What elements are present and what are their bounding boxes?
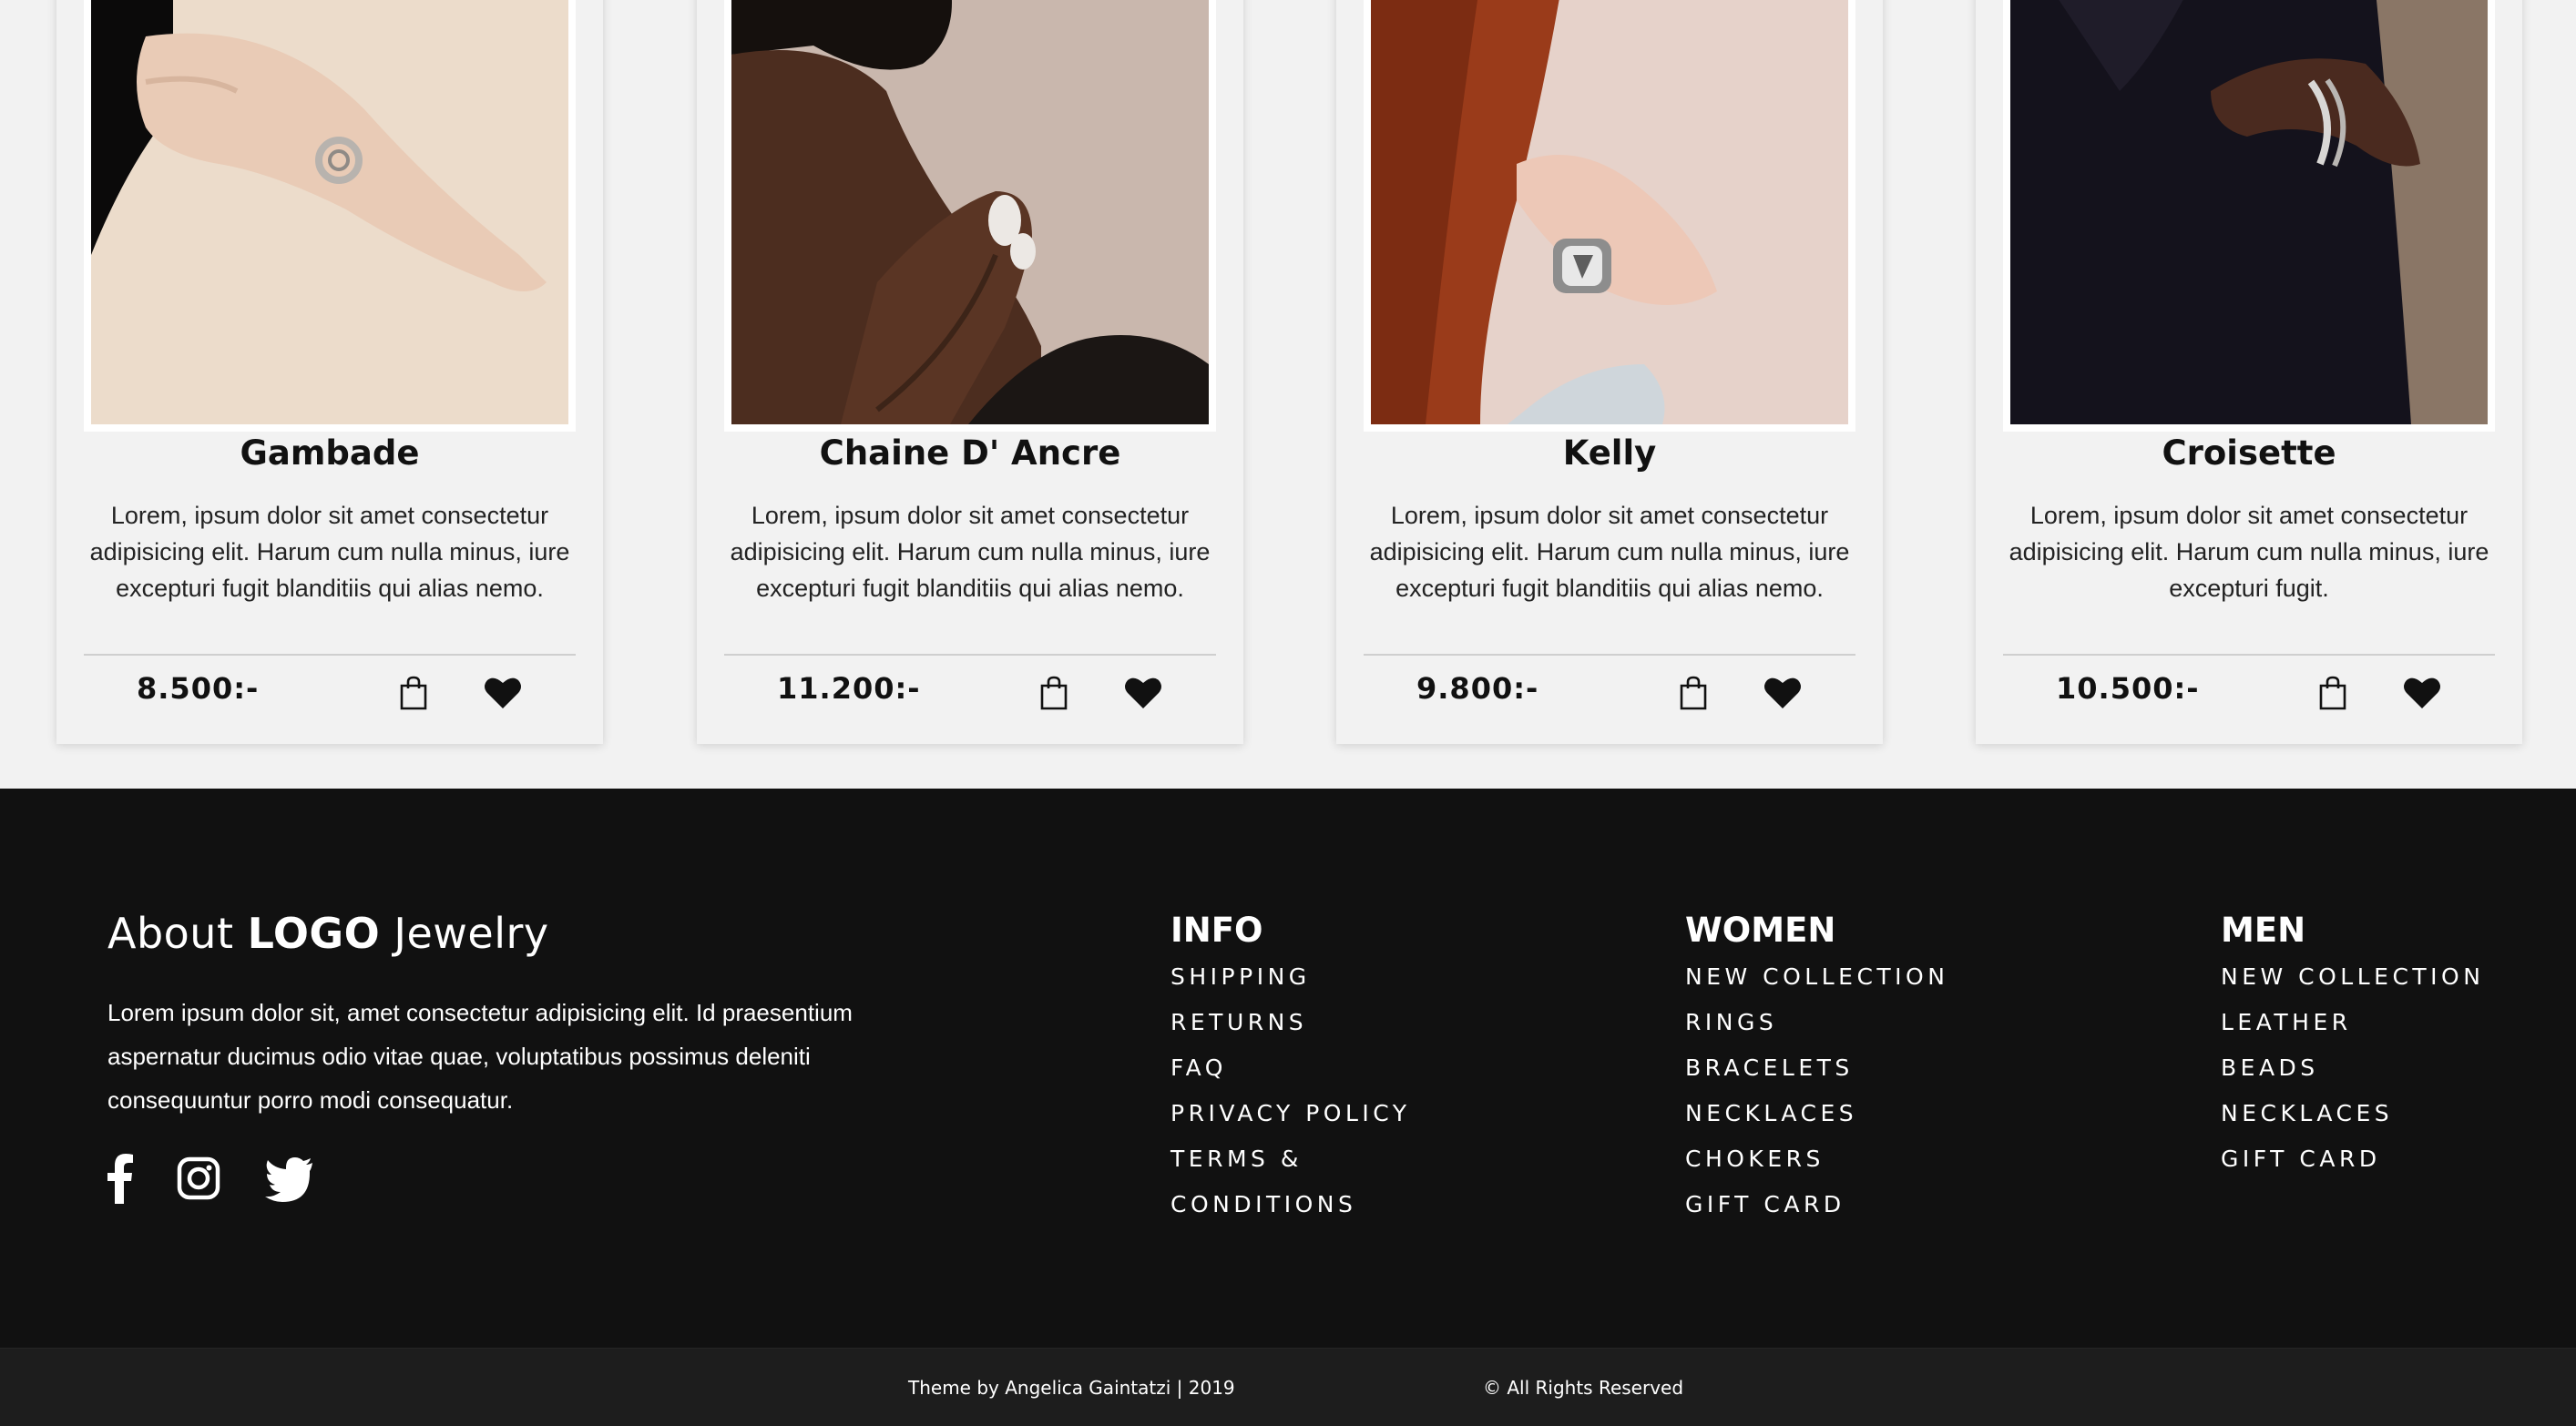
product-grid: Gambade Lorem, ipsum dolor sit amet cons…: [0, 0, 2576, 789]
product-image-frame: [724, 0, 1216, 432]
footer-link-leather[interactable]: LEATHER: [2221, 1000, 2484, 1045]
product-image[interactable]: [731, 0, 1209, 424]
about-suffix: Jewelry: [394, 909, 549, 958]
instagram-icon[interactable]: [177, 1153, 220, 1204]
theme-credit: Theme by Angelica Gaintatzi | 2019: [908, 1377, 1235, 1399]
footer-column-women: WOMEN NEW COLLECTION RINGS BRACELETS NEC…: [1685, 909, 1948, 1227]
footer-link-terms[interactable]: TERMS & CONDITIONS: [1170, 1136, 1389, 1227]
footer-link-new-collection[interactable]: NEW COLLECTION: [2221, 954, 2484, 1000]
site-footer: About LOGO Jewelry Lorem ipsum dolor sit…: [0, 789, 2576, 1348]
heart-icon[interactable]: [484, 676, 522, 710]
footer-link-gift-card[interactable]: GIFT CARD: [2221, 1136, 2484, 1182]
footer-link-rings[interactable]: RINGS: [1685, 1000, 1948, 1045]
product-description: Lorem, ipsum dolor sit amet consectetur …: [730, 502, 1211, 602]
about-heading: About LOGO Jewelry: [107, 909, 549, 958]
product-card[interactable]: Gambade Lorem, ipsum dolor sit amet cons…: [56, 0, 603, 744]
footer-link-necklaces[interactable]: NECKLACES: [1685, 1091, 1948, 1136]
heart-icon[interactable]: [1124, 676, 1162, 710]
copyright: © All Rights Reserved: [1483, 1377, 1684, 1399]
shopping-bag-icon[interactable]: [1679, 676, 1708, 710]
product-title[interactable]: Gambade: [56, 433, 603, 473]
footer-link-beads[interactable]: BEADS: [2221, 1045, 2484, 1091]
footer-link-shipping[interactable]: SHIPPING: [1170, 954, 1411, 1000]
column-title: WOMEN: [1685, 911, 1836, 950]
product-image-frame: [1364, 0, 1855, 432]
product-price: 8.500:-: [137, 671, 260, 706]
divider: [2003, 654, 2495, 656]
product-price: 10.500:-: [2056, 671, 2200, 706]
divider: [724, 654, 1216, 656]
product-description: Lorem, ipsum dolor sit amet consectetur …: [1369, 502, 1850, 602]
product-image[interactable]: [91, 0, 568, 424]
product-image[interactable]: [2010, 0, 2488, 424]
divider: [1364, 654, 1855, 656]
product-price: 11.200:-: [777, 671, 921, 706]
heart-icon[interactable]: [1763, 676, 1802, 710]
heart-icon[interactable]: [2403, 676, 2441, 710]
about-text: Lorem ipsum dolor sit, amet consectetur …: [107, 999, 853, 1114]
about-prefix: About: [107, 909, 234, 958]
product-image-frame: [2003, 0, 2495, 432]
product-price: 9.800:-: [1416, 671, 1539, 706]
product-description: Lorem, ipsum dolor sit amet consectetur …: [2009, 502, 2489, 602]
footer-link-necklaces[interactable]: NECKLACES: [2221, 1091, 2484, 1136]
shopping-bag-icon[interactable]: [1039, 676, 1068, 710]
product-card[interactable]: Kelly Lorem, ipsum dolor sit amet consec…: [1336, 0, 1883, 744]
product-title[interactable]: Chaine D' Ancre: [697, 433, 1243, 473]
footer-link-chokers[interactable]: CHOKERS: [1685, 1136, 1948, 1182]
footer-link-bracelets[interactable]: BRACELETS: [1685, 1045, 1948, 1091]
product-description: Lorem, ipsum dolor sit amet consectetur …: [89, 502, 570, 602]
shopping-bag-icon[interactable]: [2318, 676, 2347, 710]
divider: [84, 654, 576, 656]
twitter-icon[interactable]: [264, 1153, 313, 1204]
product-card[interactable]: Chaine D' Ancre Lorem, ipsum dolor sit a…: [697, 0, 1243, 744]
footer-link-new-collection[interactable]: NEW COLLECTION: [1685, 954, 1948, 1000]
footer-column-men: MEN NEW COLLECTION LEATHER BEADS NECKLAC…: [2221, 909, 2484, 1182]
footer-link-returns[interactable]: RETURNS: [1170, 1000, 1411, 1045]
footer-column-info: INFO SHIPPING RETURNS FAQ PRIVACY POLICY…: [1170, 909, 1411, 1227]
product-card[interactable]: Croisette Lorem, ipsum dolor sit amet co…: [1976, 0, 2522, 744]
column-title: MEN: [2221, 911, 2306, 950]
shopping-bag-icon[interactable]: [399, 676, 428, 710]
footer-bottom-bar: Theme by Angelica Gaintatzi | 2019 © All…: [0, 1348, 2576, 1426]
column-title: INFO: [1170, 911, 1263, 950]
footer-link-gift-card[interactable]: GIFT CARD: [1685, 1182, 1948, 1227]
product-title[interactable]: Croisette: [1976, 433, 2522, 473]
footer-link-faq[interactable]: FAQ: [1170, 1045, 1411, 1091]
about-brand-logo: LOGO: [247, 909, 381, 958]
product-image[interactable]: [1371, 0, 1848, 424]
product-image-frame: [84, 0, 576, 432]
facebook-icon[interactable]: [107, 1153, 133, 1204]
footer-link-privacy-policy[interactable]: PRIVACY POLICY: [1170, 1091, 1411, 1136]
product-title[interactable]: Kelly: [1336, 433, 1883, 473]
